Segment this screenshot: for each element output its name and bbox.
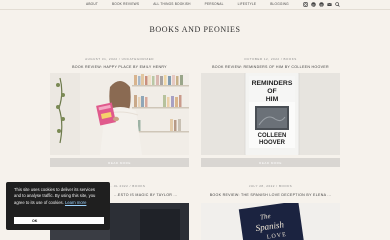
email-icon[interactable]	[327, 2, 332, 7]
post-meta: JULY 28, 2022 / BOOKS	[248, 184, 293, 188]
reader-with-bookshelf-photo	[50, 73, 189, 155]
nav-item-lifestyle[interactable]: Lifestyle	[238, 2, 257, 6]
svg-text:g: g	[321, 3, 323, 7]
book-cover-author-line1: COLLEEN	[258, 133, 287, 139]
post-meta: OCTOBER 12, 2022 / BOOKS	[244, 57, 297, 61]
book-cover-title-line3: HIM	[266, 96, 279, 103]
instagram-icon[interactable]	[303, 2, 308, 7]
nav-item-personal[interactable]: Personal	[205, 2, 224, 6]
pinterest-icon[interactable]: p	[311, 2, 316, 7]
post-title[interactable]: BOOK REVIEW: REMINDERS OF HIM BY COLLEEN…	[201, 65, 340, 69]
nav-item-about[interactable]: About	[86, 2, 98, 6]
top-navigation-bar: About Book Reviews All Things Bookish Pe…	[0, 0, 390, 10]
ereader-book-cover-photo: REMINDERS OF HIM COLLEEN HOOVER	[201, 73, 340, 155]
post-thumbnail[interactable]: The Spanish LOVE	[201, 203, 340, 240]
goodreads-icon[interactable]: g	[319, 2, 324, 7]
book-cover-title-line1: The	[260, 212, 272, 221]
cookie-message: This site uses cookies to deliver its se…	[14, 187, 102, 206]
nav-item-book-reviews[interactable]: Book Reviews	[112, 2, 139, 6]
post-meta: ...0L 2022 / BOOKS	[110, 184, 146, 188]
post-thumbnail[interactable]: REMINDERS OF HIM COLLEEN HOOVER	[201, 73, 340, 155]
book-cover-title-line1: REMINDERS	[252, 80, 293, 87]
social-icons: p g	[303, 2, 340, 7]
read-more-button[interactable]: READ MORE	[201, 158, 340, 167]
book-cover-photo: The Spanish LOVE	[201, 203, 340, 240]
svg-text:p: p	[313, 3, 315, 7]
nav-item-blogging[interactable]: Blogging	[270, 2, 289, 6]
post-title[interactable]: ...ESTO IS MAGIC BY TAYLOR ...	[114, 193, 177, 197]
post-title[interactable]: BOOK REVIEW: HAPPY PLACE BY EMILY HENRY	[50, 65, 189, 69]
book-cover-title-line2: OF	[267, 88, 276, 95]
learn-more-link[interactable]: Learn more	[65, 200, 86, 205]
nav-item-all-things-bookish[interactable]: All Things Bookish	[153, 2, 190, 6]
book-cover-author-line2: HOOVER	[259, 140, 286, 146]
post-title[interactable]: BOOK REVIEW: THE SPANISH LOVE DECEPTION …	[201, 193, 340, 197]
main-nav: About Book Reviews All Things Bookish Pe…	[86, 2, 289, 6]
read-more-button[interactable]: READ MORE	[50, 158, 189, 167]
site-title[interactable]: BOOKS AND PEONIES	[0, 25, 390, 34]
post-thumbnail[interactable]	[50, 73, 189, 155]
search-icon[interactable]	[335, 2, 340, 7]
cookie-consent-banner: This site uses cookies to deliver its se…	[6, 182, 110, 230]
post-meta: AUGUST 31, 2022 / UNCATEGORIZED	[85, 57, 154, 61]
cookie-ok-button[interactable]: OK	[14, 217, 104, 224]
